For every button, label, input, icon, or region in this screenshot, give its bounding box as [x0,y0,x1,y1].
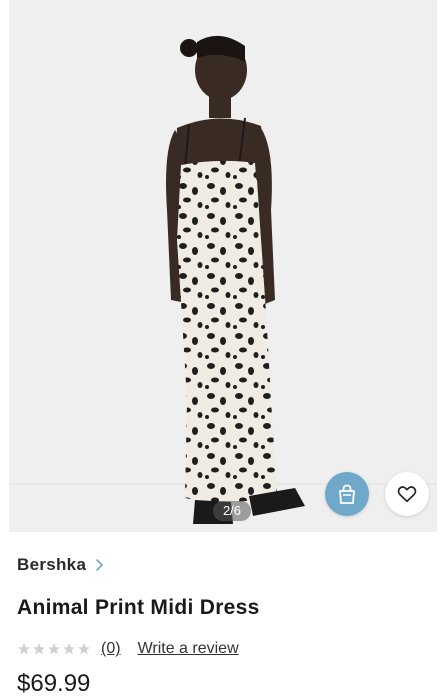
add-to-bag-button[interactable] [325,472,369,516]
product-title: Animal Print Midi Dress [17,596,260,619]
star-rating [17,642,91,656]
brand-name: Bershka [17,555,87,574]
review-count-link[interactable]: (0) [101,640,121,658]
product-image-gallery[interactable]: 2/6 [9,0,437,532]
rating-row: (0) Write a review [17,639,239,659]
star-empty-icon [18,643,30,655]
heart-icon [397,486,417,503]
star-empty-icon [78,643,90,655]
image-counter: 2/6 [213,501,251,521]
star-empty-icon [48,643,60,655]
write-review-link[interactable]: Write a review [138,640,239,658]
favorite-button[interactable] [385,472,429,516]
star-empty-icon [33,643,45,655]
brand-link[interactable]: Bershka [17,553,104,577]
product-photo [9,0,437,532]
shopping-bag-icon [339,484,355,504]
star-empty-icon [63,643,75,655]
chevron-right-icon [96,559,104,571]
product-price: $69.99 [17,670,91,697]
